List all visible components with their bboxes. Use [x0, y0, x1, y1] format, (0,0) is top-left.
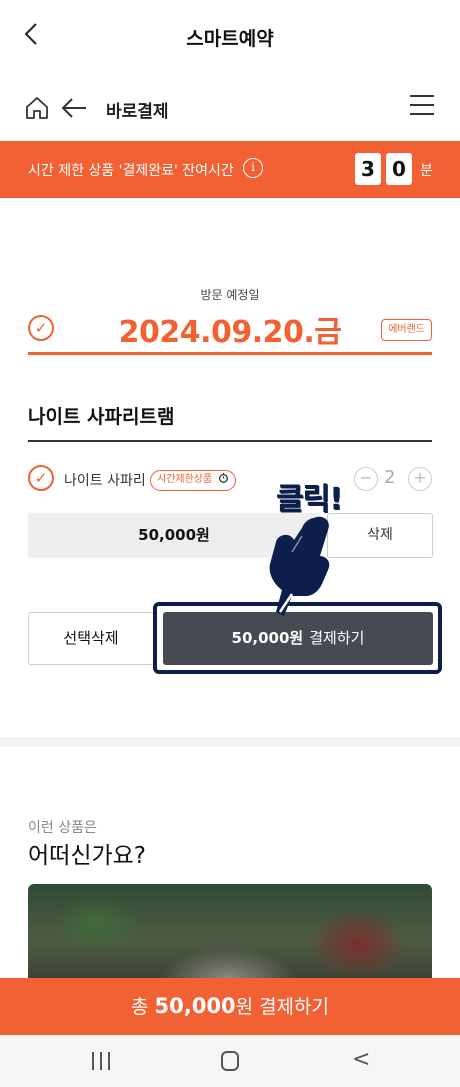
product-item-row: ✓ 나이트 사파리 시간제한상품 − 2 + — [28, 463, 432, 497]
info-icon[interactable]: i — [243, 158, 263, 178]
home-button-icon[interactable] — [221, 1051, 239, 1071]
total-pay-button[interactable]: 총 50,000원 결제하기 — [0, 978, 460, 1035]
pay-button-label: 결제하기 — [309, 629, 365, 647]
quantity-increase-button[interactable]: + — [408, 467, 432, 491]
visit-date-row: ✓ 2024.09.20.금 에버랜드 — [28, 303, 432, 355]
item-check-icon[interactable]: ✓ — [28, 465, 54, 491]
quantity-value: 2 — [384, 467, 396, 488]
recommend-subtitle: 이런 상품은 — [28, 820, 97, 836]
stopwatch-icon — [219, 472, 229, 483]
total-suffix: 원 결제하기 — [235, 996, 330, 1018]
divider — [28, 440, 432, 442]
page-title: 스마트예약 — [186, 28, 274, 50]
pay-button-price: 50,000원 — [231, 629, 304, 647]
system-back-icon[interactable]: < — [352, 1047, 370, 1072]
sub-navigation: 바로결제 — [0, 75, 460, 141]
quantity-decrease-button[interactable]: − — [354, 467, 378, 491]
arrow-left-icon[interactable] — [60, 95, 88, 121]
section-separator — [0, 737, 460, 747]
pointing-hand-icon — [269, 516, 330, 616]
timer-digit-ones: 0 — [386, 153, 412, 185]
total-prefix: 총 — [130, 996, 149, 1018]
subnav-label: 바로결제 — [106, 102, 169, 122]
time-limit-bar: 시간 제한 상품 '결제완료' 잔여시간 i 3 0 분 — [0, 141, 460, 198]
product-title: 나이트 사파리트램 — [28, 406, 175, 428]
time-limit-tag-label: 시간제한상품 — [157, 474, 213, 485]
time-limit-tag: 시간제한상품 — [150, 470, 237, 491]
top-bar: 스마트예약 — [0, 0, 460, 75]
item-name: 나이트 사파리 — [64, 473, 146, 489]
timer-unit: 분 — [420, 163, 433, 179]
visit-date-label: 방문 예정일 — [200, 288, 260, 302]
recommend-title: 어떠신가요? — [28, 843, 147, 869]
system-navigation-bar: < — [0, 1035, 460, 1087]
venue-tag: 에버랜드 — [381, 319, 432, 341]
delete-button[interactable]: 삭제 — [327, 513, 433, 558]
home-icon[interactable] — [24, 95, 50, 121]
recent-apps-icon[interactable] — [92, 1052, 110, 1070]
select-delete-button[interactable]: 선택삭제 — [28, 612, 154, 665]
hamburger-menu-icon[interactable] — [410, 95, 434, 117]
visit-date: 2024.09.20.금 — [118, 315, 342, 350]
timer-digit-tens: 3 — [355, 153, 381, 185]
total-amount: 50,000 — [154, 994, 236, 1018]
time-limit-text: 시간 제한 상품 '결제완료' 잔여시간 — [28, 163, 234, 179]
